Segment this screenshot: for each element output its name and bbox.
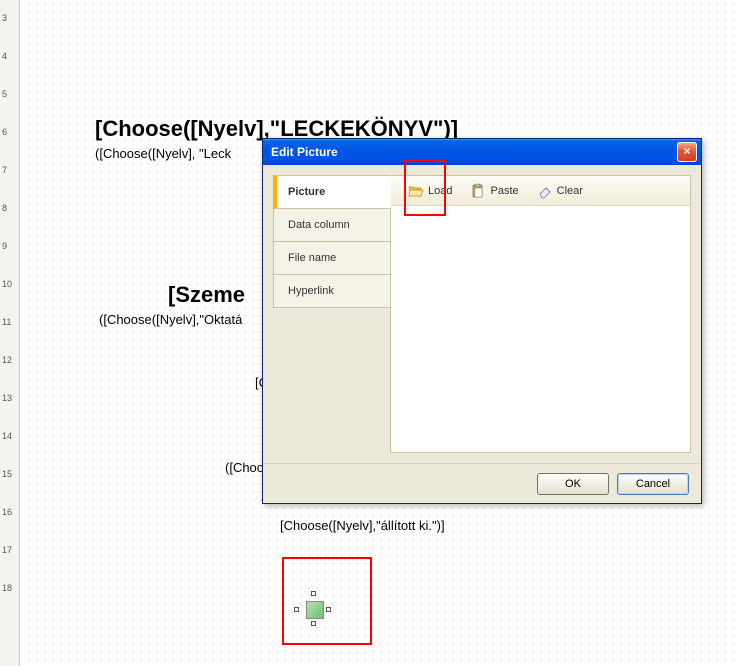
ruler-mark: 6 — [2, 127, 7, 137]
edit-picture-dialog: Edit Picture × Picture Data column File … — [262, 138, 702, 504]
report-text-1[interactable]: ([Choose([Nyelv], "Leck — [95, 146, 231, 161]
cancel-button[interactable]: Cancel — [617, 473, 689, 495]
picture-panel: Load Paste Clear — [390, 175, 691, 453]
clipboard-icon — [470, 183, 486, 199]
resize-handle[interactable] — [311, 621, 316, 626]
vertical-ruler: 3 4 5 6 7 8 9 10 11 12 13 14 15 16 17 18 — [0, 0, 20, 666]
close-button[interactable]: × — [677, 142, 697, 162]
report-heading-2[interactable]: [Szeme — [168, 282, 245, 308]
category-label: Hyperlink — [288, 285, 334, 297]
ruler-mark: 13 — [2, 393, 12, 403]
eraser-icon — [537, 183, 553, 199]
picture-preview-area — [391, 206, 690, 452]
ruler-mark: 11 — [2, 317, 11, 327]
category-label: File name — [288, 252, 336, 264]
category-picture[interactable]: Picture — [273, 175, 391, 209]
ruler-mark: 18 — [2, 583, 12, 593]
dialog-button-row: OK Cancel — [263, 463, 701, 503]
ruler-mark: 12 — [2, 355, 12, 365]
category-file-name[interactable]: File name — [273, 241, 391, 275]
category-label: Data column — [288, 219, 350, 231]
ruler-mark: 15 — [2, 469, 12, 479]
paste-button[interactable]: Paste — [463, 179, 525, 203]
picture-placeholder-icon — [306, 601, 324, 619]
picture-toolbar: Load Paste Clear — [391, 176, 690, 206]
ruler-mark: 17 — [2, 545, 12, 555]
ruler-mark: 14 — [2, 431, 12, 441]
ruler-mark: 7 — [2, 165, 7, 175]
ruler-mark: 10 — [2, 279, 12, 289]
ok-button[interactable]: OK — [537, 473, 609, 495]
paste-label: Paste — [490, 185, 518, 197]
category-label: Picture — [288, 186, 325, 198]
report-text-2[interactable]: ([Choose([Nyelv],"Oktatá — [99, 312, 242, 327]
clear-label: Clear — [557, 185, 583, 197]
resize-handle[interactable] — [294, 607, 299, 612]
report-text-4[interactable]: ([Choo — [225, 460, 264, 475]
clear-button[interactable]: Clear — [530, 179, 590, 203]
picture-object-selected[interactable] — [282, 557, 372, 645]
report-text-5[interactable]: [Choose([Nyelv],"állított ki.")] — [280, 518, 445, 533]
load-button[interactable]: Load — [401, 179, 459, 203]
dialog-titlebar[interactable]: Edit Picture × — [263, 139, 701, 165]
category-list: Picture Data column File name Hyperlink — [273, 175, 391, 453]
ruler-mark: 8 — [2, 203, 7, 213]
folder-open-icon — [408, 183, 424, 199]
ruler-mark: 9 — [2, 241, 7, 251]
ruler-mark: 16 — [2, 507, 12, 517]
category-data-column[interactable]: Data column — [273, 208, 391, 242]
ruler-mark: 5 — [2, 89, 7, 99]
ruler-mark: 4 — [2, 51, 7, 61]
dialog-title: Edit Picture — [271, 145, 338, 159]
load-label: Load — [428, 185, 452, 197]
ruler-mark: 3 — [2, 13, 7, 23]
dialog-body: Picture Data column File name Hyperlink … — [263, 165, 701, 463]
resize-handle[interactable] — [326, 607, 331, 612]
resize-handle[interactable] — [311, 591, 316, 596]
category-hyperlink[interactable]: Hyperlink — [273, 274, 391, 308]
